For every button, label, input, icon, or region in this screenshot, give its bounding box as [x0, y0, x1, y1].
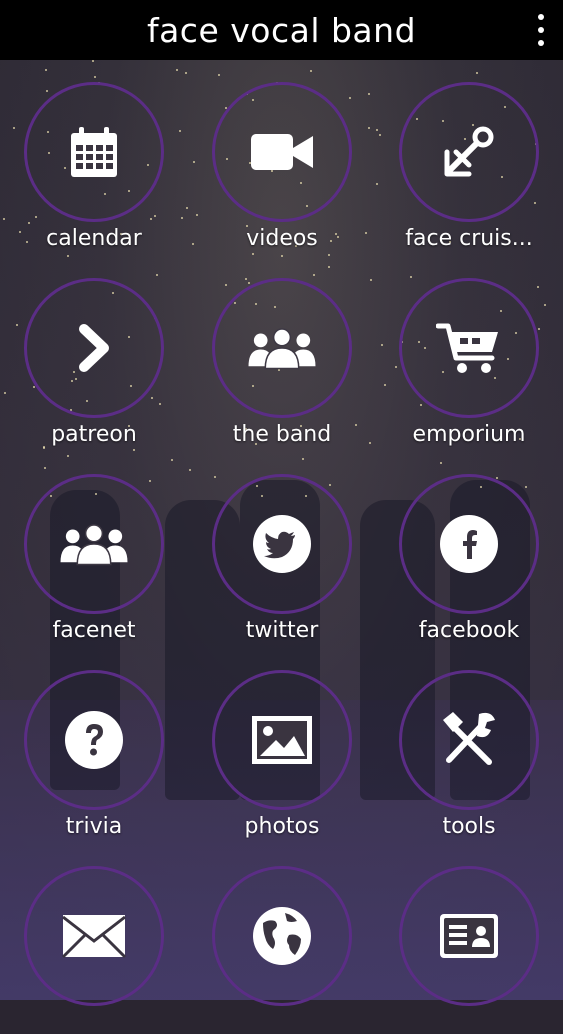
tile-facebook[interactable]: facebook — [397, 452, 547, 643]
tile-emporium[interactable]: emporium — [397, 256, 547, 447]
tile-the-band[interactable]: the band — [210, 256, 360, 447]
tile-label: facenet — [52, 618, 136, 643]
contact-card-icon — [434, 906, 504, 966]
tile-trivia[interactable]: trivia — [22, 648, 172, 839]
group-icon — [247, 318, 317, 378]
app-title: face vocal band — [146, 10, 417, 50]
twitter-icon — [247, 514, 317, 574]
tile-photos[interactable]: photos — [210, 648, 360, 839]
photo-icon — [247, 710, 317, 770]
group-icon — [59, 514, 129, 574]
tile-label: trivia — [65, 814, 123, 839]
menu-grid: calendar videos face cruis... patreon th… — [0, 60, 563, 1006]
tile-facenet[interactable]: facenet — [22, 452, 172, 643]
tile-tools[interactable]: tools — [397, 648, 547, 839]
chevron-right-icon — [59, 318, 129, 378]
tools-icon — [434, 710, 504, 770]
question-icon — [59, 710, 129, 770]
tile-label: face cruis... — [405, 226, 533, 251]
tile-label: emporium — [412, 422, 526, 447]
tile-label: twitter — [245, 618, 319, 643]
facebook-icon — [434, 514, 504, 574]
calendar-icon — [59, 122, 129, 182]
tile-website[interactable] — [210, 844, 360, 1034]
app-bar: face vocal band — [0, 0, 563, 60]
envelope-icon — [59, 906, 129, 966]
tile-label: photos — [244, 814, 320, 839]
anchor-icon — [434, 122, 504, 182]
tile-contact-mail[interactable] — [22, 844, 172, 1034]
shopping-cart-icon — [434, 318, 504, 378]
globe-icon — [247, 906, 317, 966]
tile-label: videos — [246, 226, 318, 251]
tile-videos[interactable]: videos — [210, 60, 360, 251]
video-camera-icon — [247, 122, 317, 182]
tile-label: facebook — [418, 618, 520, 643]
tile-label: patreon — [51, 422, 137, 447]
tile-label: the band — [232, 422, 332, 447]
overflow-menu-icon[interactable] — [533, 14, 549, 46]
tile-calendar[interactable]: calendar — [22, 60, 172, 251]
tile-label: calendar — [46, 226, 142, 251]
tile-label: tools — [442, 814, 496, 839]
tile-patreon[interactable]: patreon — [22, 256, 172, 447]
tile-contact-card[interactable] — [397, 844, 547, 1034]
tile-face-cruise[interactable]: face cruis... — [397, 60, 547, 251]
tile-twitter[interactable]: twitter — [210, 452, 360, 643]
